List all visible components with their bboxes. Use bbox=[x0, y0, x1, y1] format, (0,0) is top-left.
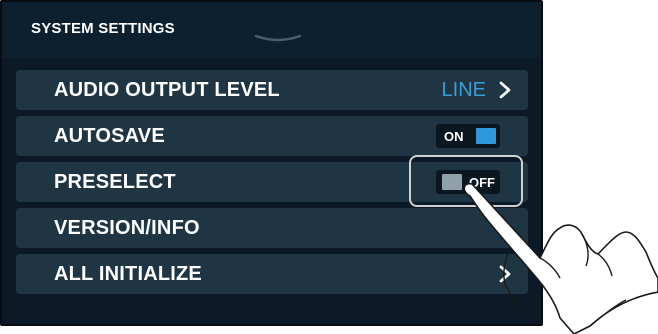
row-version-info[interactable]: VERSION/INFO bbox=[16, 208, 528, 248]
row-all-initialize[interactable]: ALL INITIALIZE bbox=[16, 254, 528, 294]
row-label: AUTOSAVE bbox=[54, 125, 165, 147]
audio-output-level-value: LINE bbox=[441, 79, 486, 101]
row-label: AUDIO OUTPUT LEVEL bbox=[54, 79, 280, 101]
toggle-state-label: ON bbox=[444, 129, 464, 144]
row-autosave[interactable]: AUTOSAVE ON bbox=[16, 116, 528, 156]
preselect-toggle-highlight bbox=[409, 155, 523, 207]
row-audio-output-level[interactable]: AUDIO OUTPUT LEVEL LINE bbox=[16, 70, 528, 110]
autosave-toggle[interactable]: ON bbox=[436, 124, 500, 148]
toggle-knob bbox=[476, 128, 496, 144]
row-label: PRESELECT bbox=[54, 171, 176, 193]
chevron-right-icon bbox=[499, 265, 511, 283]
header: SYSTEM SETTINGS bbox=[2, 2, 541, 58]
chevron-down-handle-icon[interactable] bbox=[254, 35, 302, 43]
chevron-right-icon bbox=[499, 81, 511, 99]
row-label: ALL INITIALIZE bbox=[54, 263, 202, 285]
row-label: VERSION/INFO bbox=[54, 217, 200, 239]
page-title: SYSTEM SETTINGS bbox=[31, 20, 175, 37]
